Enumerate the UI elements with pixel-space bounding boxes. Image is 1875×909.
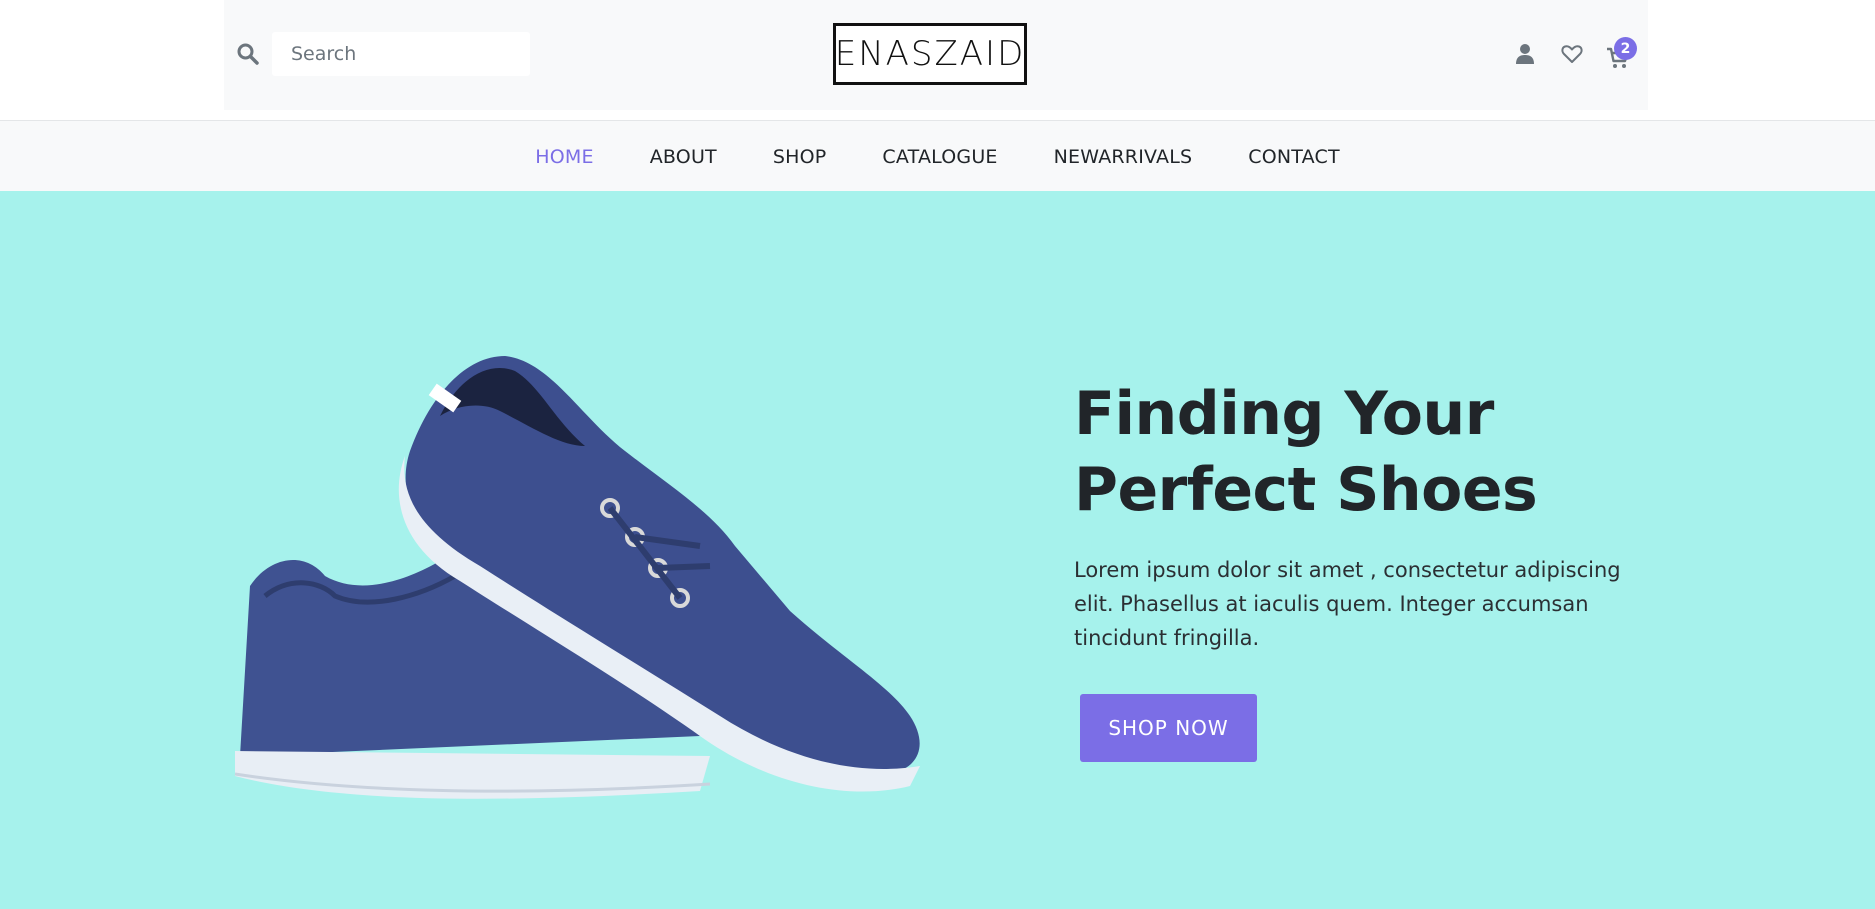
nav-item-home[interactable]: HOME [535,146,593,168]
nav-item-newarrivals[interactable]: NEWARRIVALS [1054,146,1193,168]
nav-item-shop[interactable]: SHOP [773,146,827,168]
shoes-image [234,356,920,799]
hero-title-line1: Finding Your [1074,379,1494,449]
nav-item-about[interactable]: ABOUT [650,146,717,168]
logo[interactable]: ENASZAID [833,23,1027,85]
hero-section: Finding Your Perfect Shoes Lorem ipsum d… [0,191,1875,909]
hero-title: Finding Your Perfect Shoes [1074,376,1634,528]
cart-count-badge: 2 [1614,37,1637,60]
search-input[interactable] [272,32,530,76]
main-nav: HOME ABOUT SHOP CATALOGUE NEWARRIVALS CO… [0,120,1875,191]
logo-text: ENASZAID [834,34,1026,74]
nav-item-contact[interactable]: CONTACT [1248,146,1340,168]
search-icon[interactable] [236,42,260,66]
hero-title-line2: Perfect Shoes [1074,455,1538,525]
shop-now-button[interactable]: SHOP NOW [1080,694,1257,762]
nav-item-catalogue[interactable]: CATALOGUE [882,146,997,168]
heart-icon[interactable] [1560,42,1584,66]
user-icon[interactable] [1513,42,1537,66]
hero-description: Lorem ipsum dolor sit amet , consectetur… [1074,558,1621,650]
